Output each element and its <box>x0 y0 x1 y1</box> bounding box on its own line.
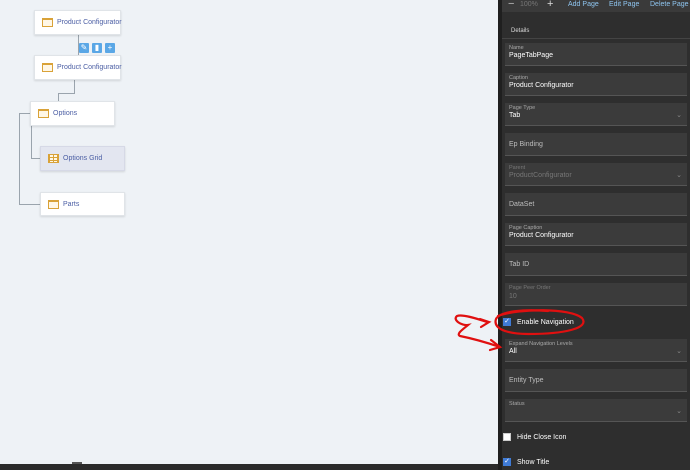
checkbox-checked-icon: ✓ <box>503 318 511 326</box>
node-action-toolbar: ✎ ▮ + <box>79 43 115 53</box>
tree-node-product-configurator[interactable]: Product Configurator <box>34 55 122 80</box>
page-peer-order-field: Page Peer Order 10 <box>505 283 687 306</box>
tree-node-label: Product Configurator <box>57 19 122 26</box>
field-caption: Page Type <box>509 105 536 111</box>
tree-connector <box>19 113 20 204</box>
page-icon <box>42 63 53 72</box>
checkbox-label: Show Title <box>517 458 550 466</box>
page-icon <box>42 18 53 27</box>
tree-node-parts[interactable]: Parts <box>40 192 125 216</box>
divider <box>502 38 690 39</box>
field-placeholder: Tab ID <box>509 261 530 268</box>
zoom-level: 100% <box>520 1 538 8</box>
chevron-down-icon: ⌄ <box>676 172 682 179</box>
field-caption: Caption <box>509 75 528 81</box>
enable-navigation-checkbox[interactable]: ✓ Enable Navigation <box>503 316 574 328</box>
field-value: Product Configurator <box>509 82 574 89</box>
checkbox-checked-icon: ✓ <box>503 458 511 466</box>
add-page-button[interactable]: Add Page <box>568 1 599 8</box>
field-value: 10 <box>509 293 517 300</box>
field-caption: Status <box>509 401 525 407</box>
delete-node-button[interactable]: ▮ <box>92 43 102 53</box>
tree-connector <box>58 93 75 94</box>
page-tree-canvas[interactable]: Product Configurator ✎ ▮ + Product Confi… <box>0 0 498 470</box>
tree-node-product-configurator-root[interactable]: Product Configurator <box>34 10 122 35</box>
tree-connector <box>31 158 40 159</box>
page-caption-field[interactable]: Page Caption Product Configurator <box>505 223 687 246</box>
name-field[interactable]: Name PageTabPage <box>505 43 687 66</box>
edit-node-button[interactable]: ✎ <box>79 43 89 53</box>
checkbox-label: Enable Navigation <box>517 318 574 326</box>
bottom-bar <box>0 464 498 470</box>
hide-close-icon-checkbox[interactable]: Hide Close Icon <box>503 431 566 443</box>
tree-connector <box>74 80 75 93</box>
field-placeholder: Entity Type <box>509 377 544 384</box>
zoom-in-button[interactable]: + <box>547 0 553 10</box>
page-icon <box>38 109 49 118</box>
checkbox-label: Hide Close Icon <box>517 433 567 441</box>
status-select[interactable]: Status ⌄ <box>505 399 687 422</box>
chevron-down-icon: ⌄ <box>676 348 682 355</box>
zoom-out-button[interactable]: − <box>508 0 514 10</box>
tree-node-label: Options Grid <box>63 155 103 162</box>
edit-page-button[interactable]: Edit Page <box>609 1 639 8</box>
delete-page-button[interactable]: Delete Page <box>650 1 689 8</box>
tree-node-label: Options <box>53 110 78 117</box>
field-caption: Parent <box>509 165 526 171</box>
chevron-down-icon: ⌄ <box>676 112 682 119</box>
entity-type-field[interactable]: Entity Type <box>505 369 687 392</box>
chevron-down-icon: ⌄ <box>676 408 682 415</box>
grid-icon <box>48 154 59 163</box>
tree-node-label: Product Configurator <box>57 64 122 71</box>
field-caption: Page Caption <box>509 225 543 231</box>
tree-connector <box>31 126 32 158</box>
field-placeholder: DataSet <box>509 201 535 208</box>
field-value: ProductConfigurator <box>509 172 572 179</box>
details-heading: Details <box>511 28 530 34</box>
field-placeholder: Ep Binding <box>509 141 543 148</box>
show-title-checkbox[interactable]: ✓ Show Title <box>503 456 549 468</box>
tree-node-options-grid[interactable]: Options Grid <box>40 146 125 171</box>
field-value: All <box>509 348 517 355</box>
field-caption: Page Peer Order <box>509 285 551 291</box>
tree-node-label: Parts <box>63 200 80 208</box>
field-value: PageTabPage <box>509 52 553 59</box>
ep-binding-field[interactable]: Ep Binding <box>505 133 687 156</box>
caption-field[interactable]: Caption Product Configurator <box>505 73 687 96</box>
expand-navigation-levels-select[interactable]: Expand Navigation Levels All ⌄ <box>505 339 687 362</box>
tree-connector <box>19 204 40 205</box>
page-type-select[interactable]: Page Type Tab ⌄ <box>505 103 687 126</box>
field-caption: Name <box>509 45 524 51</box>
checkbox-unchecked-icon <box>503 433 511 441</box>
parent-select: Parent ProductConfigurator ⌄ <box>505 163 687 186</box>
page-icon <box>48 199 59 209</box>
field-caption: Expand Navigation Levels <box>509 341 573 347</box>
tab-id-field[interactable]: Tab ID <box>505 253 687 276</box>
field-value: Tab <box>509 112 521 119</box>
dataset-field[interactable]: DataSet <box>505 193 687 216</box>
add-node-button[interactable]: + <box>105 43 115 53</box>
panel-divider <box>498 0 502 470</box>
field-value: Product Configurator <box>509 232 574 239</box>
tree-node-options[interactable]: Options <box>30 101 115 126</box>
